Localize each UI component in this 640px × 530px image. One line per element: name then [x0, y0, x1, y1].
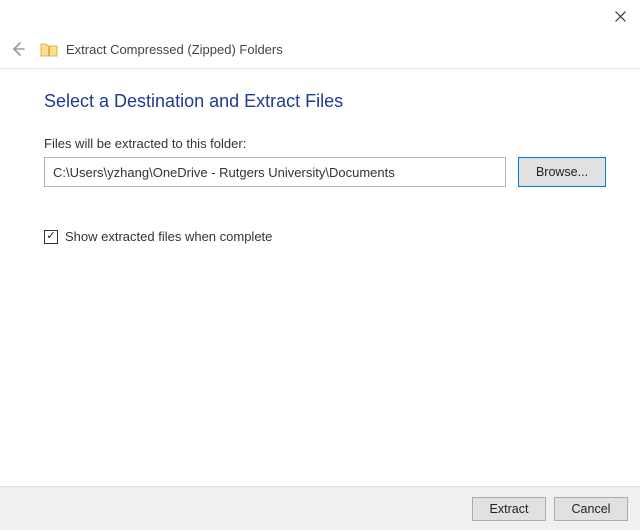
- show-files-checkbox-label[interactable]: Show extracted files when complete: [65, 229, 272, 244]
- close-icon: [615, 11, 626, 22]
- close-button[interactable]: [606, 4, 634, 28]
- show-files-checkbox[interactable]: ✓: [44, 230, 58, 244]
- destination-path-input[interactable]: [44, 157, 506, 187]
- checkmark-icon: ✓: [46, 231, 55, 242]
- back-button[interactable]: [6, 37, 30, 61]
- header: Extract Compressed (Zipped) Folders: [0, 34, 640, 68]
- cancel-button[interactable]: Cancel: [554, 497, 628, 521]
- titlebar: [0, 0, 640, 34]
- zip-folder-icon: [40, 40, 58, 58]
- destination-row: Browse...: [44, 157, 606, 187]
- back-arrow-icon: [10, 41, 26, 57]
- destination-label: Files will be extracted to this folder:: [44, 136, 606, 151]
- window-title: Extract Compressed (Zipped) Folders: [66, 42, 283, 57]
- footer: Extract Cancel: [0, 486, 640, 530]
- content-area: Select a Destination and Extract Files F…: [0, 69, 640, 244]
- extract-button[interactable]: Extract: [472, 497, 546, 521]
- browse-button[interactable]: Browse...: [518, 157, 606, 187]
- page-heading: Select a Destination and Extract Files: [44, 91, 606, 112]
- show-files-checkbox-row: ✓ Show extracted files when complete: [44, 229, 606, 244]
